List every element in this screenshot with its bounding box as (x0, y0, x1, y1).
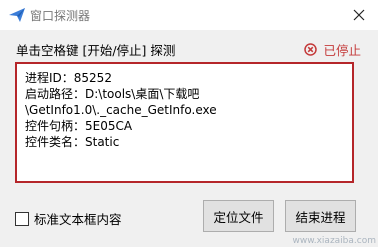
detector-window: 窗口探测器 单击空格键 [开始/停止] 探测 已停止 进程ID：85252 启动… (0, 0, 378, 247)
info-line-pid: 进程ID：85252 (25, 71, 112, 85)
standard-textbox-option[interactable]: 标准文本框内容 (15, 209, 122, 228)
end-process-button[interactable]: 结束进程 (285, 200, 356, 232)
info-textbox[interactable]: 进程ID：85252 启动路径：D:\tools\桌面\下载吧 \GetInfo… (15, 62, 354, 183)
locate-file-button[interactable]: 定位文件 (203, 200, 274, 232)
status-indicator: 已停止 (304, 40, 361, 59)
close-icon (353, 6, 365, 25)
title-bar[interactable]: 窗口探测器 (0, 0, 378, 30)
window-title: 窗口探测器 (30, 9, 91, 23)
watermark: www.xiazaiba.com (292, 236, 376, 246)
info-line-path: 启动路径：D:\tools\桌面\下载吧 (25, 87, 200, 101)
paper-plane-icon (8, 6, 26, 24)
info-line-handle: 控件句柄：5E05CA (25, 119, 133, 133)
info-line-path-cont: \GetInfo1.0\._cache_GetInfo.exe (25, 103, 217, 117)
hotkey-hint: 单击空格键 [开始/停止] 探测 (16, 43, 176, 58)
info-line-class: 控件类名：Static (25, 135, 120, 149)
standard-textbox-checkbox[interactable] (15, 211, 29, 226)
checkbox-label: 标准文本框内容 (34, 212, 122, 227)
stop-circle-icon (304, 43, 318, 56)
status-text: 已停止 (323, 43, 361, 58)
close-button[interactable] (340, 0, 378, 30)
